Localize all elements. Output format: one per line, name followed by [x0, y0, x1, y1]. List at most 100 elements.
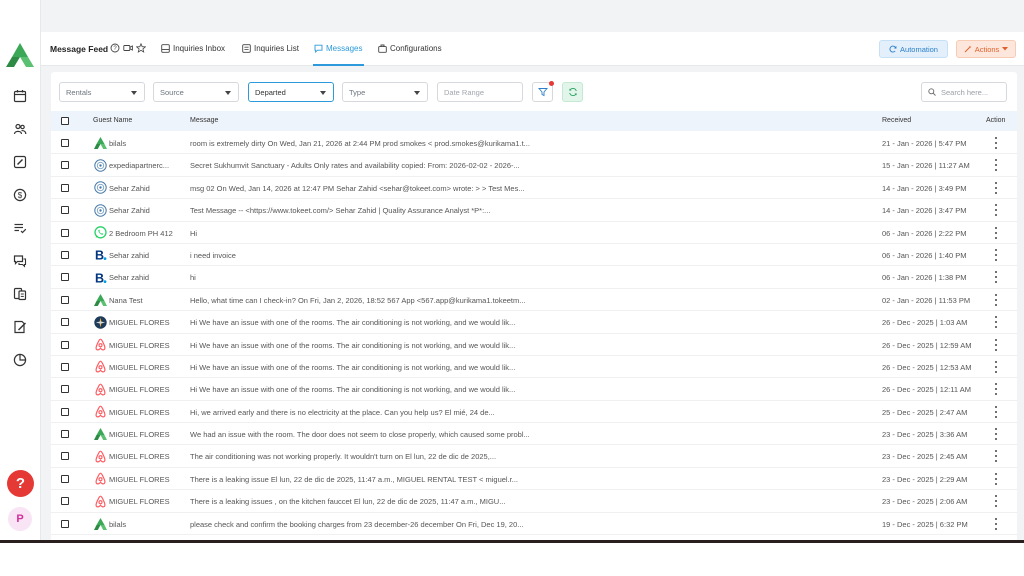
- app-logo[interactable]: [6, 42, 34, 68]
- table-row[interactable]: MIGUEL FLORES There is a leaking issues ,…: [51, 490, 1017, 513]
- row-checkbox[interactable]: [61, 206, 69, 215]
- edit-icon[interactable]: [13, 155, 27, 169]
- more-actions-icon[interactable]: [993, 137, 999, 149]
- more-actions-icon[interactable]: [993, 495, 999, 508]
- row-checkbox[interactable]: [61, 362, 69, 371]
- row-checkbox[interactable]: [61, 407, 69, 416]
- guest-name[interactable]: MIGUEL FLORES: [109, 497, 199, 506]
- guest-name[interactable]: MIGUEL FLORES: [109, 341, 199, 350]
- more-actions-icon[interactable]: [993, 383, 999, 396]
- row-checkbox[interactable]: [61, 139, 69, 147]
- message-preview[interactable]: There is a leaking issues , on the kitch…: [190, 497, 570, 506]
- more-actions-icon[interactable]: [993, 271, 999, 284]
- message-preview[interactable]: msg 02 On Wed, Jan 14, 2026 at 12:47 PM …: [190, 184, 570, 193]
- table-row[interactable]: MIGUEL FLORES Hi We have an issue with on…: [51, 356, 1017, 379]
- reports-icon[interactable]: [13, 353, 27, 367]
- message-preview[interactable]: Hi: [190, 229, 570, 238]
- row-checkbox[interactable]: [61, 452, 69, 461]
- message-preview[interactable]: Hi We have an issue with one of the room…: [190, 318, 570, 327]
- type-select[interactable]: Type: [342, 82, 428, 102]
- table-row[interactable]: Sehar Zahid Test Message -- <https://www.…: [51, 199, 1017, 222]
- row-checkbox[interactable]: [61, 340, 69, 349]
- table-row[interactable]: MIGUEL FLORES We had an issue with the ro…: [51, 423, 1017, 446]
- more-actions-icon[interactable]: [993, 204, 999, 217]
- actions-dropdown-button[interactable]: Actions: [956, 40, 1016, 58]
- table-row[interactable]: expediapartnerc... Secret Sukhumvit Sanct…: [51, 154, 1017, 177]
- more-actions-icon[interactable]: [993, 226, 999, 239]
- guest-name[interactable]: Sehar Zahid: [109, 184, 199, 193]
- table-row[interactable]: MIGUEL FLORES Hi We have an issue with on…: [51, 378, 1017, 401]
- message-preview[interactable]: hi: [190, 273, 570, 282]
- message-preview[interactable]: The air conditioning was not working pro…: [190, 452, 570, 461]
- message-preview[interactable]: Hi We have an issue with one of the room…: [190, 363, 570, 372]
- guest-name[interactable]: Sehar zahid: [109, 251, 199, 260]
- automation-button[interactable]: Automation: [879, 40, 948, 58]
- message-preview[interactable]: Secret Sukhumvit Sanctuary - Adults Only…: [190, 161, 570, 170]
- review-icon[interactable]: [13, 320, 27, 334]
- guest-name[interactable]: bilals: [109, 520, 199, 529]
- more-actions-icon[interactable]: [993, 405, 999, 418]
- table-row[interactable]: MIGUEL FLORES Hi, we arrived early and th…: [51, 401, 1017, 424]
- rentals-select[interactable]: Rentals: [59, 82, 145, 102]
- more-actions-icon[interactable]: [993, 159, 999, 172]
- select-all-checkbox[interactable]: [61, 117, 69, 125]
- table-row[interactable]: MIGUEL FLORES Hi We have an issue with on…: [51, 334, 1017, 356]
- table-row[interactable]: bilals room is extremely dirty On Wed, Ja…: [51, 132, 1017, 155]
- guest-name[interactable]: expediapartnerc...: [109, 161, 199, 170]
- message-preview[interactable]: room is extremely dirty On Wed, Jan 21, …: [190, 139, 570, 148]
- row-checkbox[interactable]: [61, 474, 69, 483]
- message-preview[interactable]: Test Message -- <https://www.tokeet.com/…: [190, 206, 570, 215]
- guest-name[interactable]: MIGUEL FLORES: [109, 475, 199, 484]
- table-row[interactable]: B Sehar zahid i need invoice 06 - Jan - 202…: [51, 244, 1017, 267]
- more-actions-icon[interactable]: [993, 338, 999, 351]
- row-checkbox[interactable]: [61, 385, 69, 394]
- users-icon[interactable]: [13, 122, 27, 136]
- guest-name[interactable]: Nana Test: [109, 296, 199, 305]
- more-actions-icon[interactable]: [993, 181, 999, 194]
- tab-inquiries-inbox[interactable]: Inquiries Inbox: [161, 44, 225, 53]
- table-row[interactable]: 2 Bedroom PH 412 Hi 06 - Jan - 2026 | 2:22…: [51, 222, 1017, 244]
- guest-name[interactable]: MIGUEL FLORES: [109, 408, 199, 417]
- more-actions-icon[interactable]: [993, 248, 999, 261]
- table-row[interactable]: MIGUEL FLORES Hi We have an issue with on…: [51, 311, 1017, 334]
- more-actions-icon[interactable]: [993, 293, 999, 306]
- filter-button[interactable]: [532, 81, 554, 102]
- guest-name[interactable]: MIGUEL FLORES: [109, 452, 199, 461]
- column-guest-name[interactable]: Guest Name: [93, 117, 132, 124]
- messages-icon[interactable]: [13, 254, 27, 268]
- dollar-icon[interactable]: $: [13, 188, 27, 202]
- guest-name[interactable]: MIGUEL FLORES: [109, 363, 199, 372]
- table-row[interactable]: Nana Test Hello, what time can I check-in…: [51, 289, 1017, 312]
- calendar-icon[interactable]: [13, 89, 27, 103]
- tab-messages[interactable]: Messages: [314, 44, 362, 53]
- more-actions-icon[interactable]: [993, 472, 999, 485]
- more-actions-icon[interactable]: [993, 360, 999, 373]
- guest-name[interactable]: Sehar Zahid: [109, 206, 199, 215]
- table-row[interactable]: MIGUEL FLORES There is a leaking issue El…: [51, 468, 1017, 491]
- help-circle-icon[interactable]: ?: [110, 43, 120, 53]
- message-preview[interactable]: please check and confirm the booking cha…: [190, 520, 570, 529]
- guest-name[interactable]: 2 Bedroom PH 412: [109, 229, 199, 238]
- documents-icon[interactable]: [13, 287, 27, 301]
- tasks-icon[interactable]: [13, 221, 27, 235]
- refresh-button[interactable]: [562, 82, 583, 102]
- row-checkbox[interactable]: [61, 318, 69, 327]
- row-checkbox[interactable]: [61, 497, 69, 506]
- table-row[interactable]: MIGUEL FLORES The air conditioning was no…: [51, 445, 1017, 468]
- guest-name[interactable]: MIGUEL FLORES: [109, 385, 199, 394]
- row-checkbox[interactable]: [61, 183, 69, 192]
- column-received[interactable]: Received: [882, 117, 911, 124]
- more-actions-icon[interactable]: [993, 316, 999, 329]
- guest-name[interactable]: MIGUEL FLORES: [109, 318, 199, 327]
- guest-name[interactable]: bilals: [109, 139, 199, 148]
- help-button[interactable]: ?: [7, 470, 34, 497]
- message-preview[interactable]: We had an issue with the room. The door …: [190, 430, 570, 439]
- user-avatar[interactable]: P: [8, 507, 32, 531]
- message-preview[interactable]: Hi, we arrived early and there is no ele…: [190, 408, 570, 417]
- guest-name[interactable]: MIGUEL FLORES: [109, 430, 199, 439]
- status-select[interactable]: Departed: [248, 82, 334, 102]
- table-row[interactable]: bilals please check and confirm the booki…: [51, 513, 1017, 536]
- message-preview[interactable]: Hi We have an issue with one of the room…: [190, 341, 570, 350]
- more-actions-icon[interactable]: [993, 428, 999, 441]
- more-actions-icon[interactable]: [993, 517, 999, 530]
